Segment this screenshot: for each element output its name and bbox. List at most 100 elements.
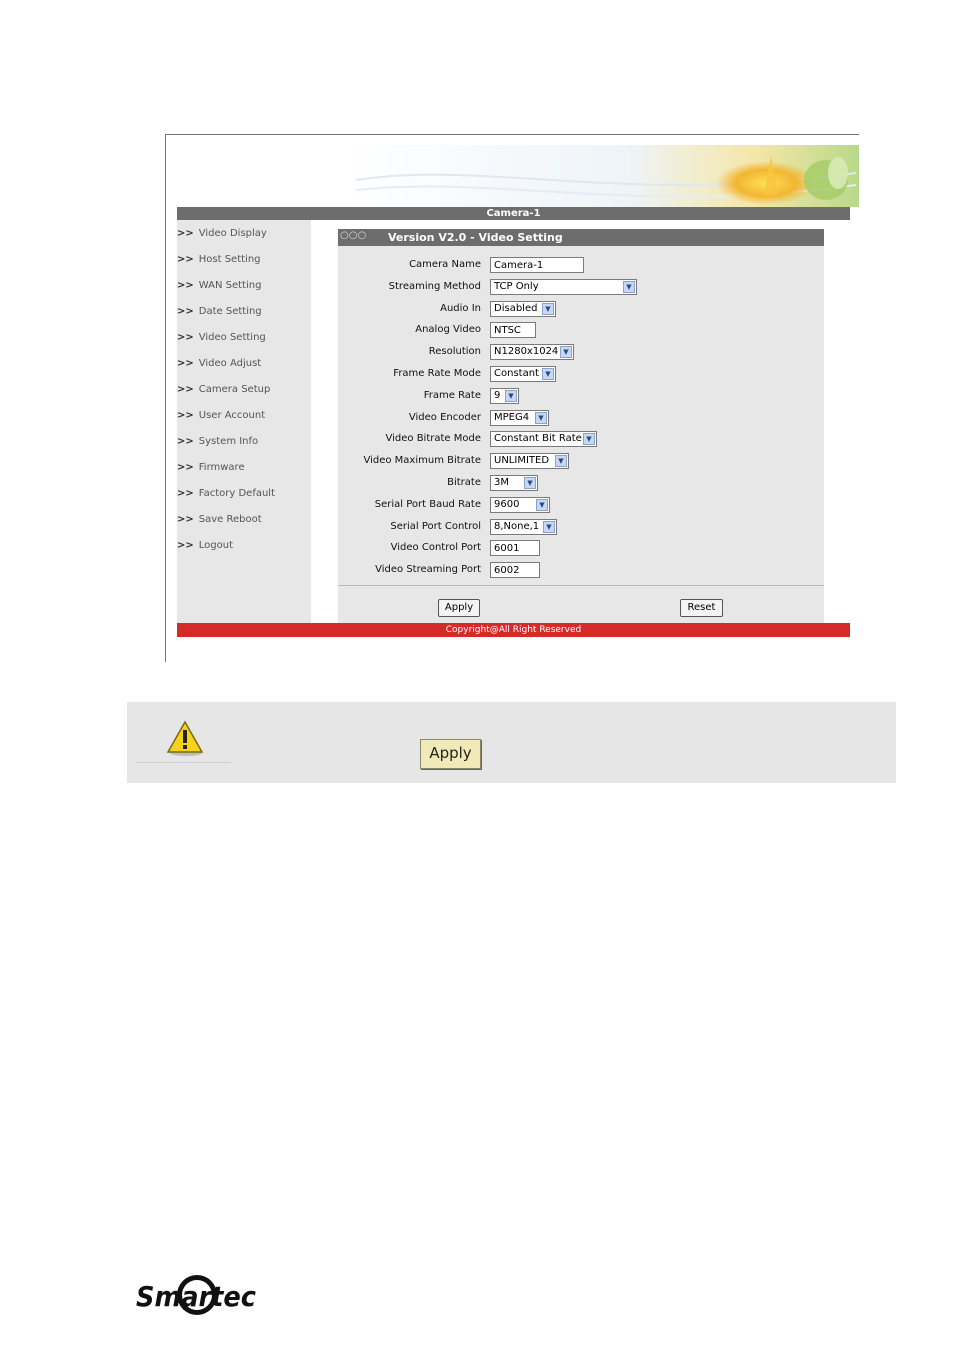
serial-port-control-label: Serial Port Control — [390, 520, 481, 532]
chevron-down-icon[interactable]: ▼ — [536, 498, 548, 511]
video-streaming-port-label: Video Streaming Port — [375, 564, 481, 576]
sidebar-item-video-setting[interactable]: >> Video Setting — [177, 332, 266, 343]
chevron-down-icon[interactable]: ▼ — [623, 280, 635, 293]
frame-rate-select[interactable]: 9 ▼ — [490, 387, 519, 404]
serial-port-baud-rate-select[interactable]: 9600 ▼ — [490, 496, 550, 513]
bitrate-label: Bitrate — [447, 477, 481, 488]
sidebar-item-date-setting[interactable]: >> Date Setting — [177, 306, 262, 317]
smartec-logo: Smartec — [136, 1273, 258, 1317]
double-arrow-icon: >> — [177, 306, 194, 317]
screenshot-frame: Camera-1 >> Video Display >> Host Setting >>… — [165, 134, 859, 662]
sidebar-item-video-adjust[interactable]: >> Video Adjust — [177, 358, 261, 369]
video-encoder-select[interactable]: MPEG4 ▼ — [490, 409, 549, 426]
streaming-method-select[interactable]: TCP Only ▼ — [490, 278, 637, 295]
header-banner — [166, 135, 859, 207]
chevron-down-icon[interactable]: ▼ — [542, 368, 554, 380]
warning-icon — [165, 720, 205, 762]
chevron-down-icon[interactable]: ▼ — [543, 520, 555, 533]
panel-header: ○○○ Version V2.0 - Video Setting — [338, 229, 824, 246]
copyright-bar: Copyright@All Right Reserved — [177, 623, 850, 637]
sidebar-item-user-account[interactable]: >> User Account — [177, 410, 265, 421]
sidebar-item-camera-setup[interactable]: >> Camera Setup — [177, 384, 270, 395]
sidebar-item-label: Firmware — [198, 462, 245, 473]
sidebar-item-firmware[interactable]: >> Firmware — [177, 462, 245, 473]
field-row-serial-port-baud-rate: Serial Port Baud Rate 9600 ▼ — [338, 496, 824, 515]
sidebar-item-save-reboot[interactable]: >> Save Reboot — [177, 514, 262, 525]
frame-rate-mode-select[interactable]: Constant ▼ — [490, 366, 556, 382]
bitrate-value: 3M — [494, 477, 509, 488]
double-arrow-icon: >> — [177, 228, 194, 239]
analog-video-label: Analog Video — [415, 324, 481, 336]
double-arrow-icon: >> — [177, 462, 194, 473]
sidebar-item-factory-default[interactable]: >> Factory Default — [177, 488, 275, 499]
sidebar-item-label: Video Adjust — [198, 358, 262, 369]
banner-graphic — [346, 145, 859, 207]
chevron-down-icon[interactable]: ▼ — [535, 411, 547, 424]
sidebar-item-label: System Info — [198, 436, 259, 447]
video-bitrate-mode-select[interactable]: Constant Bit Rate ▼ — [490, 431, 597, 448]
camera-name-input[interactable]: Camera-1 — [490, 257, 584, 273]
field-row-video-maximum-bitrate: Video Maximum Bitrate UNLIMITED ▼ — [338, 453, 824, 471]
sidebar-item-label: User Account — [198, 410, 266, 421]
frame-rate-mode-label: Frame Rate Mode — [393, 368, 481, 379]
header-decoration-icon: ○○○ — [340, 230, 367, 241]
camera-title-bar: Camera-1 — [177, 207, 850, 220]
sidebar-item-label: Save Reboot — [198, 514, 262, 525]
resolution-label: Resolution — [428, 346, 481, 358]
field-row-resolution: Resolution N1280x1024 ▼ — [338, 344, 824, 362]
reset-button[interactable]: Reset — [680, 599, 723, 617]
sidebar-item-host-setting[interactable]: >> Host Setting — [177, 254, 261, 265]
serial-port-control-value: 8,None,1 — [494, 520, 540, 532]
apply-button[interactable]: Apply — [438, 599, 480, 617]
sidebar-item-label: Video Setting — [198, 332, 266, 343]
analog-video-input[interactable]: NTSC — [490, 322, 536, 339]
video-control-port-input[interactable]: 6001 — [490, 540, 540, 557]
sidebar: >> Video Display >> Host Setting >> WAN Setti… — [177, 220, 311, 623]
video-encoder-label: Video Encoder — [408, 411, 481, 423]
sidebar-item-label: WAN Setting — [198, 280, 262, 291]
field-row-serial-port-control: Serial Port Control 8,None,1 ▼ — [338, 518, 824, 537]
sidebar-item-label: Logout — [198, 540, 234, 551]
chevron-down-icon[interactable]: ▼ — [560, 346, 572, 359]
serial-port-baud-rate-value: 9600 — [494, 498, 520, 510]
chevron-down-icon[interactable]: ▼ — [505, 389, 517, 402]
double-arrow-icon: >> — [177, 332, 194, 343]
bitrate-select[interactable]: 3M ▼ — [490, 475, 538, 491]
double-arrow-icon: >> — [177, 410, 194, 421]
sidebar-item-system-info[interactable]: >> System Info — [177, 436, 258, 447]
field-row-video-streaming-port: Video Streaming Port 6002 — [338, 562, 824, 580]
audio-in-label: Audio In — [440, 302, 481, 314]
field-row-video-encoder: Video Encoder MPEG4 ▼ — [338, 409, 824, 428]
serial-port-control-select[interactable]: 8,None,1 ▼ — [490, 518, 557, 535]
field-row-streaming-method: Streaming Method TCP Only ▼ — [338, 278, 824, 297]
sidebar-item-video-display[interactable]: >> Video Display — [177, 228, 267, 239]
field-row-frame-rate: Frame Rate 9 ▼ — [338, 387, 824, 406]
apply-button-illustration[interactable]: Apply — [420, 739, 481, 769]
sidebar-item-wan-setting[interactable]: >> WAN Setting — [177, 280, 261, 291]
video-streaming-port-input[interactable]: 6002 — [490, 562, 540, 579]
video-encoder-value: MPEG4 — [494, 411, 530, 423]
sidebar-item-label: Camera Setup — [198, 384, 271, 395]
sidebar-item-logout[interactable]: >> Logout — [177, 540, 233, 551]
field-row-audio-in: Audio In Disabled ▼ — [338, 300, 824, 319]
field-row-camera-name: Camera Name Camera-1 — [338, 257, 824, 275]
frame-rate-label: Frame Rate — [423, 389, 481, 401]
double-arrow-icon: >> — [177, 488, 194, 499]
audio-in-value: Disabled — [494, 302, 538, 314]
double-arrow-icon: >> — [177, 358, 194, 369]
chevron-down-icon[interactable]: ▼ — [583, 433, 595, 446]
chevron-down-icon[interactable]: ▼ — [542, 302, 554, 315]
field-row-video-control-port: Video Control Port 6001 — [338, 540, 824, 558]
sidebar-item-label: Video Display — [198, 228, 267, 239]
video-control-port-label: Video Control Port — [390, 542, 481, 554]
video-maximum-bitrate-select[interactable]: UNLIMITED ▼ — [490, 453, 569, 470]
chevron-down-icon[interactable]: ▼ — [524, 477, 536, 489]
resolution-select[interactable]: N1280x1024 ▼ — [490, 344, 574, 361]
audio-in-select[interactable]: Disabled ▼ — [490, 300, 556, 317]
chevron-down-icon[interactable]: ▼ — [555, 455, 567, 468]
camera-name-label: Camera Name — [409, 259, 481, 270]
note-box: Apply — [127, 702, 896, 783]
note-underline — [135, 762, 231, 763]
panel-title: Version V2.0 - Video Setting — [388, 231, 563, 244]
streaming-method-value: TCP Only — [494, 280, 539, 292]
